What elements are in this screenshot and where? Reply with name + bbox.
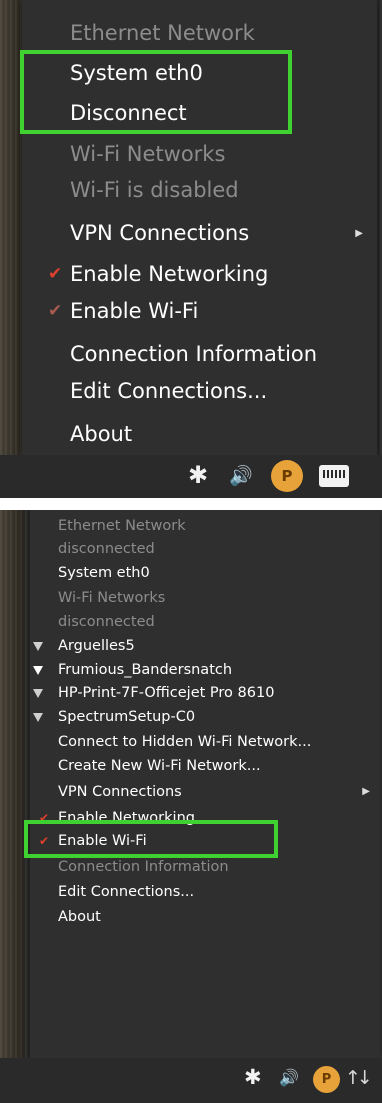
wired-network-icon[interactable]: [319, 465, 349, 487]
bluetooth-icon[interactable]: ✱: [244, 1065, 262, 1089]
top-screenshot: Ethernet Network System eth0 Disconnect …: [0, 0, 382, 498]
wifi-network-hp-print[interactable]: HP-Print-7F-Officejet Pro 8610: [30, 681, 380, 705]
enable-networking-label: Enable Networking: [70, 262, 269, 286]
volume-icon[interactable]: 🔊: [229, 464, 253, 487]
wifi-network-label: Arguelles5: [58, 638, 135, 654]
system-tray-panel: ✱ 🔊 P ↑↓: [0, 1058, 382, 1103]
wifi-signal-icon: [33, 713, 43, 722]
p-badge-icon[interactable]: P: [313, 1066, 340, 1093]
menu-item-about[interactable]: About: [30, 905, 380, 929]
menu-item-system-eth0[interactable]: System eth0: [30, 561, 380, 585]
menu-item-create-new-wifi[interactable]: Create New Wi-Fi Network...: [30, 754, 380, 778]
wifi-network-frumious-bandersnatch[interactable]: Frumious_Bandersnatch: [30, 658, 380, 682]
system-tray-panel: ✱ 🔊 P: [0, 455, 382, 498]
menu-item-edit-connections[interactable]: Edit Connections...: [22, 373, 377, 410]
menu-item-wifi-disconnected: disconnected: [58, 614, 155, 630]
wifi-network-label: HP-Print-7F-Officejet Pro 8610: [58, 685, 275, 701]
menu-item-about[interactable]: About: [22, 416, 377, 453]
menu-header-wifi-networks: Wi-Fi Networks: [58, 590, 166, 606]
wifi-signal-icon: [33, 689, 43, 698]
unchecked-mark-icon: ✔: [48, 301, 63, 321]
network-activity-icon[interactable]: ↑↓: [345, 1067, 373, 1089]
green-highlight-box: [20, 50, 292, 134]
wifi-network-spectrumsetup[interactable]: SpectrumSetup-C0: [30, 705, 380, 729]
menu-item-ethernet-disconnected: disconnected: [58, 541, 155, 557]
menu-item-connection-information: Connection Information: [58, 859, 229, 875]
enable-wifi-label: Enable Wi-Fi: [70, 299, 199, 323]
wifi-signal-icon: [33, 666, 43, 675]
vpn-connections-label: VPN Connections: [58, 784, 182, 800]
wifi-signal-icon: [33, 642, 43, 651]
network-menu-bottom: Ethernet Network disconnected System eth…: [30, 510, 380, 1058]
submenu-arrow-icon: ▶: [362, 786, 370, 797]
menu-item-enable-networking[interactable]: ✔ Enable Networking: [22, 256, 377, 293]
green-highlight-box: [24, 820, 278, 858]
bluetooth-icon[interactable]: ✱: [188, 461, 208, 489]
vpn-connections-label: VPN Connections: [70, 221, 250, 245]
wifi-network-label: Frumious_Bandersnatch: [58, 662, 233, 678]
bottom-screenshot: Ethernet Network disconnected System eth…: [0, 510, 382, 1103]
menu-item-enable-wifi[interactable]: ✔ Enable Wi-Fi: [22, 293, 377, 330]
menu-header-ethernet-network: Ethernet Network: [70, 21, 255, 45]
menu-item-wifi-disabled: Wi-Fi is disabled: [70, 178, 239, 202]
menu-item-vpn-connections[interactable]: VPN Connections ▶: [30, 780, 380, 804]
menu-item-edit-connections[interactable]: Edit Connections...: [30, 880, 380, 904]
wifi-network-arguelles5[interactable]: Arguelles5: [30, 634, 380, 658]
menu-header-ethernet-network: Ethernet Network: [58, 518, 186, 534]
menu-item-connection-information[interactable]: Connection Information: [22, 336, 377, 373]
menu-item-connect-hidden-wifi[interactable]: Connect to Hidden Wi-Fi Network...: [30, 730, 380, 754]
menu-header-wifi-networks: Wi-Fi Networks: [70, 142, 226, 166]
volume-icon[interactable]: 🔊: [279, 1068, 299, 1087]
submenu-arrow-icon: ▶: [355, 228, 363, 239]
checkmark-icon: ✔: [48, 264, 63, 284]
menu-item-vpn-connections[interactable]: VPN Connections ▶: [22, 215, 377, 252]
p-badge-icon[interactable]: P: [271, 460, 303, 492]
wifi-network-label: SpectrumSetup-C0: [58, 709, 196, 725]
